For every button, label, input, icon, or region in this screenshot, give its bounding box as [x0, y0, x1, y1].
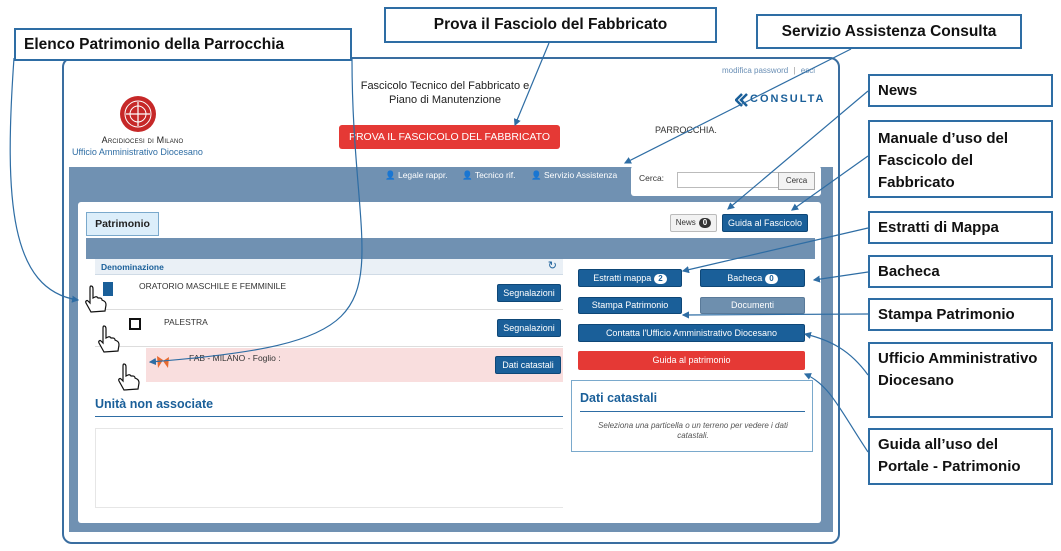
callout-stampa-patrimonio: Stampa Patrimonio — [868, 298, 1053, 331]
list-item[interactable]: ORATORIO MASCHILE E FEMMINILE Segnalazio… — [95, 276, 563, 310]
diocese-seal-icon — [118, 94, 158, 134]
list-header: Denominazione ↻ — [95, 259, 563, 275]
esci-link[interactable]: esci — [801, 66, 815, 75]
callout-ufficio-amministrativo: Ufficio Amministrativo Diocesano — [868, 342, 1053, 418]
dati-catastali-button[interactable]: Dati catastali — [495, 356, 561, 374]
callout-guida-portale: Guida all’uso del Portale - Patrimonio — [868, 428, 1053, 485]
callout-servizio-assistenza: Servizio Assistenza Consulta — [756, 14, 1022, 49]
news-count-badge: 0 — [698, 218, 712, 228]
contatta-ufficio-button[interactable]: Contatta l'Ufficio Amministrativo Dioces… — [578, 324, 805, 342]
modifica-password-link[interactable]: modifica password — [722, 66, 788, 75]
callout-estratti-mappa: Estratti di Mappa — [868, 211, 1053, 244]
refresh-icon[interactable]: ↻ — [548, 259, 557, 272]
callout-manuale: Manuale d’uso del Fascicolo del Fabbrica… — [868, 120, 1053, 198]
unassigned-list — [95, 428, 563, 508]
nav-servizio-assistenza[interactable]: 👤 Servizio Assistenza — [531, 170, 617, 181]
search-input[interactable] — [677, 172, 779, 188]
list-item[interactable]: PALESTRA Segnalazioni — [95, 311, 563, 347]
hand-pointer-icon — [118, 363, 140, 391]
estratti-mappa-button[interactable]: Estratti mappa 2 — [578, 269, 682, 287]
fabbricato-icon — [157, 356, 169, 368]
callout-elenco-patrimonio: Elenco Patrimonio della Parrocchia — [14, 28, 352, 61]
dati-catastali-divider — [580, 411, 805, 412]
nav-tecnico[interactable]: 👤 Tecnico rif. — [462, 170, 515, 181]
search-button[interactable]: Cerca — [778, 172, 815, 190]
consulta-logo: CONSULTA — [735, 93, 830, 107]
panel-stripe — [86, 238, 815, 259]
office-name: Ufficio Amministrativo Diocesano — [72, 147, 203, 157]
user-icon: 👤 — [462, 170, 473, 180]
callout-prova-fascicolo: Prova il Fasciolo del Fabbricato — [384, 7, 717, 43]
nav-legale[interactable]: 👤 Legale rappr. — [385, 170, 448, 181]
unassigned-title: Unità non associate — [95, 397, 214, 411]
stampa-patrimonio-button[interactable]: Stampa Patrimonio — [578, 297, 682, 314]
hand-pointer-icon — [98, 325, 120, 353]
top-links: modifica password | esci — [722, 66, 816, 75]
list-item[interactable]: FAB - MILANO - Foglio : Dati catastali — [146, 348, 563, 382]
dati-catastali-title: Dati catastali — [580, 391, 658, 405]
guida-fascicolo-button[interactable]: Guida al Fascicolo — [722, 214, 808, 232]
segnalazioni-button[interactable]: Segnalazioni — [497, 284, 561, 302]
bacheca-button[interactable]: Bacheca 0 — [700, 269, 805, 287]
dati-catastali-hint: Seleziona una particella o un terreno pe… — [598, 421, 788, 440]
checkbox-icon[interactable] — [129, 318, 141, 330]
hand-pointer-icon — [85, 285, 107, 313]
callout-bacheca: Bacheca — [868, 255, 1053, 288]
dati-catastali-panel: Dati catastali Seleziona una particella … — [571, 380, 813, 452]
support-user-icon: 👤 — [531, 170, 542, 180]
tab-patrimonio[interactable]: Patrimonio — [86, 212, 159, 236]
parrocchia-label: PARROCCHIA. — [655, 125, 717, 135]
estratti-count-badge: 2 — [654, 274, 667, 284]
callout-news: News — [868, 74, 1053, 107]
guida-patrimonio-button[interactable]: Guida al patrimonio — [578, 351, 805, 370]
unassigned-divider — [95, 416, 563, 417]
page-title: Fascicolo Tecnico del Fabbricato e Piano… — [360, 80, 530, 106]
bacheca-count-badge: 0 — [765, 274, 778, 284]
documenti-button[interactable]: Documenti — [700, 297, 805, 314]
user-icon: 👤 — [385, 170, 396, 180]
consulta-logo-icon — [735, 93, 748, 107]
news-button[interactable]: News 0 — [670, 214, 717, 232]
segnalazioni-button[interactable]: Segnalazioni — [497, 319, 561, 337]
prova-fascicolo-button[interactable]: PROVA IL FASCICOLO DEL FABBRICATO — [339, 125, 560, 149]
search-panel: Cerca: Cerca — [631, 166, 821, 196]
diocese-name: Arcidiocesi di Milano — [101, 135, 184, 145]
